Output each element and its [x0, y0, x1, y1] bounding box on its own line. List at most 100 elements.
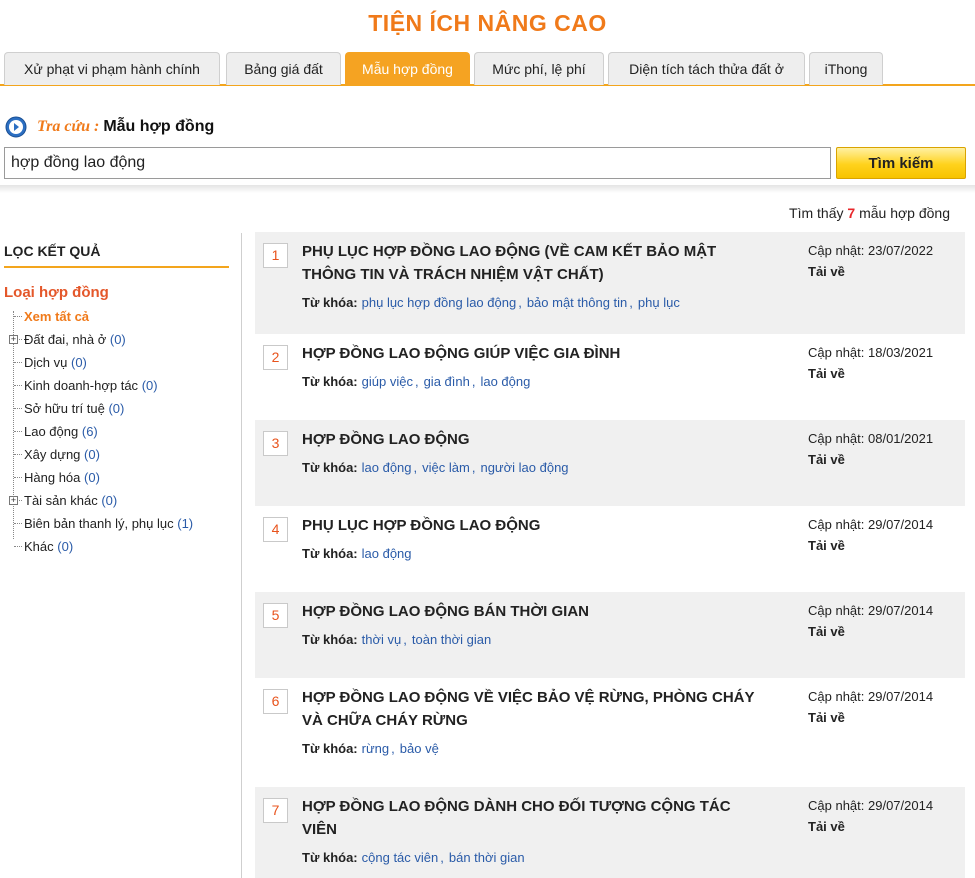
result-title[interactable]: HỢP ĐỒNG LAO ĐỘNG GIÚP VIỆC GIA ĐÌNH: [302, 342, 782, 365]
result-card: 1 PHỤ LỤC HỢP ĐỒNG LAO ĐỘNG (VỀ CAM KẾT B…: [255, 232, 965, 334]
keyword-link[interactable]: bán thời gian: [449, 850, 525, 865]
tab-fees-charges[interactable]: Mức phí, lệ phí: [474, 52, 604, 85]
keyword-link[interactable]: người lao động: [480, 460, 568, 475]
keywords-label: Từ khóa:: [302, 546, 358, 561]
filter-item-count: (0): [109, 332, 126, 347]
result-title-line: VIÊN: [302, 821, 338, 838]
search-input[interactable]: [4, 147, 831, 179]
keyword-link[interactable]: bảo mật thông tin: [527, 295, 627, 310]
result-keywords: Từ khóa: lao động, việc làm, người lao động: [302, 460, 569, 475]
filter-item[interactable]: Dịch vụ (0): [4, 351, 229, 374]
filter-item[interactable]: Sở hữu trí tuệ (0): [4, 397, 229, 420]
updated-label: Cập nhật:: [808, 431, 865, 446]
keyword-separator: ,: [391, 741, 395, 756]
filter-item-count: (0): [101, 493, 118, 508]
filter-item[interactable]: + Tài sản khác (0): [4, 489, 229, 512]
result-title-line: PHỤ LỤC HỢP ĐỒNG LAO ĐỘNG: [302, 517, 541, 534]
updated-line: Cập nhật: 08/01/2021: [808, 428, 933, 449]
result-number: 5: [263, 603, 288, 628]
filter-item[interactable]: Kinh doanh-hợp tác (0): [4, 374, 229, 397]
download-link[interactable]: Tải về: [808, 707, 933, 728]
filter-item-label: Dịch vụ: [24, 355, 68, 370]
filter-item[interactable]: Khác (0): [4, 535, 229, 558]
result-meta: Cập nhật: 29/07/2014 Tải về: [808, 686, 933, 728]
tab-land-price-table[interactable]: Bảng giá đất: [226, 52, 341, 85]
result-title[interactable]: HỢP ĐỒNG LAO ĐỘNG BÁN THỜI GIAN: [302, 600, 782, 623]
tab-bar: Xử phạt vi phạm hành chính Bảng giá đất …: [0, 52, 975, 86]
results-count: 7: [847, 205, 856, 221]
keyword-link[interactable]: cộng tác viên: [362, 850, 439, 865]
result-title[interactable]: PHỤ LỤC HỢP ĐỒNG LAO ĐỘNG: [302, 514, 782, 537]
result-meta: Cập nhật: 08/01/2021 Tải về: [808, 428, 933, 470]
results-list: 1 PHỤ LỤC HỢP ĐỒNG LAO ĐỘNG (VỀ CAM KẾT B…: [255, 232, 965, 878]
download-link[interactable]: Tải về: [808, 449, 933, 470]
filter-item-count: (0): [70, 355, 87, 370]
updated-line: Cập nhật: 18/03/2021: [808, 342, 933, 363]
keywords-label: Từ khóa:: [302, 295, 358, 310]
filter-item-count: (6): [81, 424, 98, 439]
expand-plus-icon[interactable]: +: [9, 335, 18, 344]
filter-item[interactable]: Xây dựng (0): [4, 443, 229, 466]
result-title[interactable]: PHỤ LỤC HỢP ĐỒNG LAO ĐỘNG (VỀ CAM KẾT BẢ…: [302, 240, 782, 286]
lookup-heading: Tra cứu : Mẫu hợp đồng: [5, 116, 214, 138]
keyword-link[interactable]: gia đình: [424, 374, 470, 389]
result-meta: Cập nhật: 23/07/2022 Tải về: [808, 240, 933, 282]
updated-line: Cập nhật: 29/07/2014: [808, 514, 933, 535]
keyword-link[interactable]: giúp việc: [362, 374, 413, 389]
filter-item[interactable]: Biên bản thanh lý, phụ lục (1): [4, 512, 229, 535]
keyword-link[interactable]: bảo vệ: [400, 741, 439, 756]
result-title[interactable]: HỢP ĐỒNG LAO ĐỘNG DÀNH CHO ĐỐI TƯỢNG CỘN…: [302, 795, 782, 841]
tab-contract-templates[interactable]: Mẫu hợp đồng: [345, 52, 470, 85]
download-link[interactable]: Tải về: [808, 363, 933, 384]
updated-date: 29/07/2014: [868, 603, 934, 618]
filter-item-label: Khác: [24, 539, 54, 554]
updated-date: 08/01/2021: [868, 431, 934, 446]
download-link[interactable]: Tải về: [808, 621, 933, 642]
keyword-link[interactable]: phụ lục hợp đồng lao động: [362, 295, 517, 310]
download-link[interactable]: Tải về: [808, 261, 933, 282]
lookup-prefix: Tra cứu :: [37, 118, 100, 135]
filter-view-all[interactable]: Xem tất cả: [4, 305, 229, 328]
keyword-link[interactable]: lao động: [480, 374, 530, 389]
updated-label: Cập nhật:: [808, 243, 865, 258]
result-title[interactable]: HỢP ĐỒNG LAO ĐỘNG VỀ VIỆC BẢO VỆ RỪNG, P…: [302, 686, 782, 732]
filter-item-label: Hàng hóa: [24, 470, 81, 485]
tab-ithong[interactable]: iThong: [809, 52, 883, 85]
filter-item-label: Kinh doanh-hợp tác: [24, 378, 139, 393]
result-keywords: Từ khóa: cộng tác viên, bán thời gian: [302, 850, 525, 865]
result-meta: Cập nhật: 29/07/2014 Tải về: [808, 600, 933, 642]
filter-item[interactable]: + Đất đai, nhà ở (0): [4, 328, 229, 351]
result-card: 4 PHỤ LỤC HỢP ĐỒNG LAO ĐỘNG Từ khóa: lao độ…: [255, 506, 965, 592]
result-keywords: Từ khóa: lao động: [302, 546, 412, 561]
updated-line: Cập nhật: 29/07/2014: [808, 686, 933, 707]
keyword-link[interactable]: lao động: [362, 546, 412, 561]
filter-tree: Xem tất cả + Đất đai, nhà ở (0) Dịch vụ (0…: [4, 305, 229, 558]
tab-land-division-area[interactable]: Diện tích tách thửa đất ở: [608, 52, 805, 85]
keyword-link[interactable]: việc làm: [422, 460, 470, 475]
keyword-link[interactable]: phụ lục: [638, 295, 680, 310]
filter-item-count: (0): [141, 378, 158, 393]
keyword-separator: ,: [518, 295, 522, 310]
expand-plus-icon[interactable]: +: [9, 496, 18, 505]
updated-line: Cập nhật: 29/07/2014: [808, 795, 933, 816]
search-divider: [0, 185, 975, 193]
results-summary: Tìm thấy 7 mẫu hợp đồng: [789, 205, 950, 221]
result-card: 7 HỢP ĐỒNG LAO ĐỘNG DÀNH CHO ĐỐI TƯỢNG CỘ…: [255, 787, 965, 878]
filter-item[interactable]: Lao động (6): [4, 420, 229, 443]
result-keywords: Từ khóa: giúp việc, gia đình, lao động: [302, 374, 530, 389]
filter-item[interactable]: Hàng hóa (0): [4, 466, 229, 489]
result-title-line: HỢP ĐỒNG LAO ĐỘNG VỀ VIỆC BẢO VỆ RỪNG, P…: [302, 689, 755, 706]
keyword-link[interactable]: thời vụ: [362, 632, 402, 647]
download-link[interactable]: Tải về: [808, 535, 933, 556]
keyword-link[interactable]: toàn thời gian: [412, 632, 491, 647]
download-link[interactable]: Tải về: [808, 816, 933, 837]
keyword-link[interactable]: lao động: [362, 460, 412, 475]
tab-administrative-penalties[interactable]: Xử phạt vi phạm hành chính: [4, 52, 220, 85]
filter-item-count: (0): [84, 447, 100, 462]
result-title[interactable]: HỢP ĐỒNG LAO ĐỘNG: [302, 428, 782, 451]
result-number: 2: [263, 345, 288, 370]
keyword-separator: ,: [629, 295, 633, 310]
filter-item-label: Lao động: [24, 424, 79, 439]
search-button[interactable]: Tìm kiếm: [836, 147, 966, 179]
keyword-link[interactable]: rừng: [362, 741, 390, 756]
